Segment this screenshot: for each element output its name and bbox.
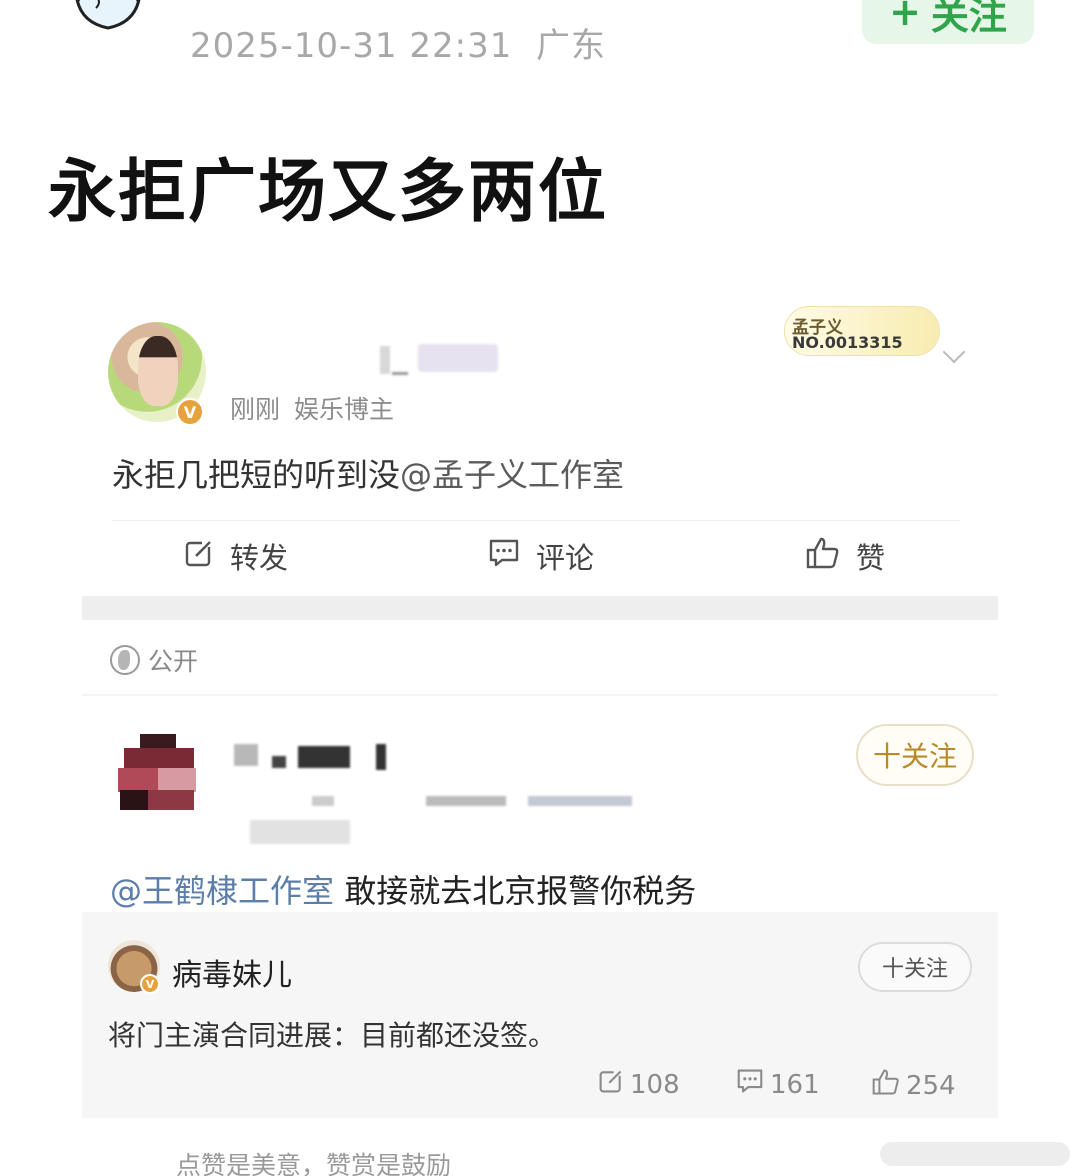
quoted-comment-count[interactable]: 161 [736,1068,820,1101]
verified-badge-icon: V [176,398,204,426]
visibility-row: 公开 [110,642,198,678]
comment-icon [488,538,520,575]
like-button[interactable]: 赞 [806,534,885,578]
quoted-follow-button[interactable]: 十关注 [858,942,972,992]
post-location: 广东 [536,26,607,66]
redacted-username [380,346,390,374]
avatar-portrait [138,336,178,406]
repost-button[interactable]: 转发 [184,534,288,578]
post-time: 刚刚 [230,395,281,424]
verified-badge-icon: V [140,974,160,994]
redacted-username [234,744,258,766]
redacted-username [298,746,350,768]
thumbs-up-icon [806,536,840,577]
redacted-user-badge [418,344,498,372]
author-avatar[interactable] [58,0,158,46]
section-separator [82,596,998,620]
poster-role: 娱乐博主 [294,395,395,424]
globe-icon [110,645,140,675]
follow-button-secondary[interactable]: 十关注 [856,724,974,786]
poster-meta: 刚刚 娱乐博主 [230,390,394,426]
reward-prompt: 点赞是美意，赞赏是鼓励 [176,1151,452,1176]
redacted-meta [250,820,350,844]
repost-icon [184,538,214,575]
post2-content: @王鹤棣工作室 敢接就去北京报警你税务 [110,872,697,910]
redacted-meta [528,796,632,806]
redacted-username [272,756,286,768]
visibility-label: 公开 [148,647,199,676]
redacted-meta [426,796,506,806]
redacted-username [376,744,386,770]
quoted-repost-count[interactable]: 108 [598,1068,680,1101]
repost-icon [598,1068,624,1101]
thumbs-up-icon [872,1068,900,1103]
quoted-post-content: 将门主演合同进展：目前都还没签。 [108,1019,557,1052]
fan-medal-number: NO.0013315 [792,333,903,352]
comment-icon [736,1068,764,1101]
post-timestamp: 2025-10-31 22:31 广东 [190,26,607,66]
divider [112,520,960,521]
plus-icon: + [889,0,921,34]
redacted-meta [312,796,334,806]
post1-content: 永拒几把短的听到没@孟子义工作室 [112,456,625,494]
divider [82,694,998,696]
repost-label: 转发 [230,541,289,575]
chevron-down-icon[interactable] [942,340,966,364]
comment-button[interactable]: 评论 [488,534,594,578]
comment-label: 评论 [536,541,595,575]
quoted-author-name[interactable]: 病毒妹儿 [172,950,292,994]
follow-button[interactable]: + 关注 [862,0,1034,44]
mention-link[interactable]: @王鹤棣工作室 [110,872,334,910]
watermark [880,1142,1070,1166]
like-label: 赞 [856,541,886,575]
redacted-avatar[interactable] [118,734,198,810]
redacted-username-mark [392,372,408,375]
post-title: 永拒广场又多两位 [48,153,609,232]
quoted-like-count[interactable]: 254 [872,1068,956,1103]
mention-link[interactable]: @孟子义工作室 [400,456,624,494]
cartoon-avatar-icon [75,0,141,30]
follow-button-label: 关注 [930,0,1007,38]
